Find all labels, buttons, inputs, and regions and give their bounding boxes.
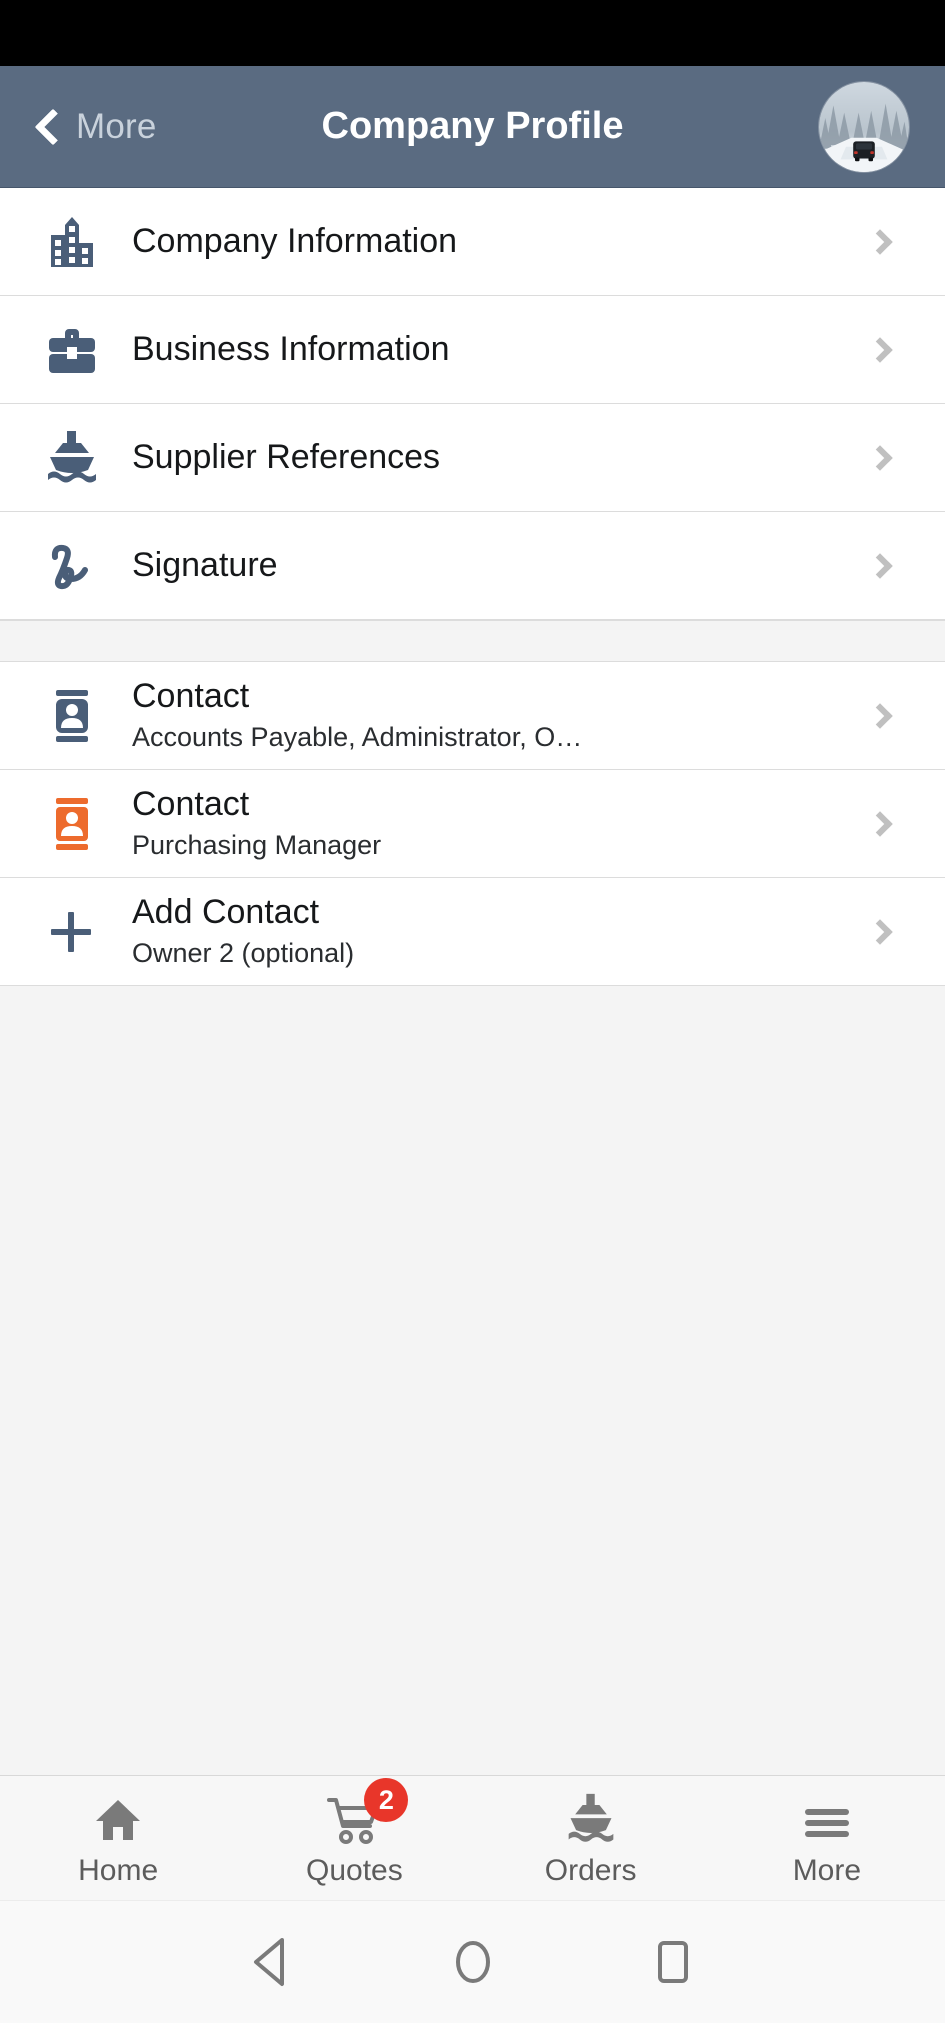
quotes-badge: 2 (364, 1778, 409, 1822)
tab-orders[interactable]: Orders (473, 1776, 709, 1900)
list-item-title: Contact (132, 676, 250, 715)
status-bar (0, 0, 945, 66)
list-item-contact-purchasing-manager[interactable]: Contact Purchasing Manager (0, 770, 945, 878)
list-item-subtitle: Purchasing Manager (132, 830, 382, 861)
list-item-title: Signature (132, 545, 278, 584)
list-item-text: Business Information (132, 329, 871, 370)
chevron-right-icon (867, 810, 893, 837)
tab-label-more: More (792, 1854, 862, 1887)
list-item-title: Contact (132, 784, 250, 823)
list-item-title: Supplier References (132, 437, 441, 476)
tab-label-quotes: Quotes (306, 1854, 403, 1887)
user-avatar-photo (819, 81, 909, 172)
list-item-text: Add Contact Owner 2 (optional) (132, 892, 871, 972)
hamburger-icon (800, 1788, 854, 1846)
home-icon (92, 1788, 144, 1846)
tab-quotes[interactable]: 2 Quotes (236, 1776, 472, 1900)
chevron-right-icon (867, 702, 893, 729)
contacts-section-list: Contact Accounts Payable, Administrator,… (0, 662, 945, 986)
list-item-add-contact[interactable]: Add Contact Owner 2 (optional) (0, 878, 945, 986)
back-button-label: More (76, 106, 157, 146)
list-item-text: Contact Accounts Payable, Administrator,… (132, 676, 871, 756)
list-item-text: Company Information (132, 221, 871, 262)
phone-screen: More Company Profile Company Information… (0, 0, 945, 2023)
cart-icon: 2 (326, 1778, 409, 1846)
list-item-title: Company Information (132, 221, 458, 260)
list-item-subtitle: Owner 2 (optional) (132, 938, 355, 969)
tab-label-orders: Orders (544, 1854, 637, 1887)
signature-icon (40, 534, 104, 598)
contact-card-icon (40, 792, 104, 856)
list-item-text: Supplier References (132, 437, 871, 478)
android-recents-icon[interactable] (648, 1934, 698, 1990)
profile-section-list: Company Information Business Information (0, 188, 945, 620)
bottom-tab-bar: Home 2 Quotes Orders More (0, 1775, 945, 1900)
tab-home[interactable]: Home (0, 1776, 236, 1900)
contact-card-icon (40, 684, 104, 748)
list-item-signature[interactable]: Signature (0, 512, 945, 620)
avatar[interactable] (818, 80, 910, 173)
section-separator (0, 620, 945, 662)
list-item-contact-accounts-payable[interactable]: Contact Accounts Payable, Administrator,… (0, 662, 945, 770)
back-button[interactable]: More (34, 106, 157, 147)
list-item-text: Contact Purchasing Manager (132, 784, 871, 864)
plus-icon (40, 900, 104, 964)
android-back-icon[interactable] (248, 1934, 298, 1990)
list-item-subtitle: Accounts Payable, Administrator, O… (132, 722, 583, 753)
ship-icon (563, 1788, 619, 1846)
list-item-text: Signature (132, 545, 871, 586)
tab-more[interactable]: More (709, 1776, 945, 1900)
briefcase-icon (40, 318, 104, 382)
list-item-business-information[interactable]: Business Information (0, 296, 945, 404)
android-navigation-bar (0, 1900, 945, 2023)
chevron-right-icon (867, 336, 893, 363)
list-item-company-information[interactable]: Company Information (0, 188, 945, 296)
tab-label-home: Home (78, 1854, 159, 1887)
chevron-right-icon (867, 918, 893, 945)
ship-icon (40, 426, 104, 490)
chevron-right-icon (867, 444, 893, 471)
building-icon (40, 210, 104, 274)
chevron-left-icon (34, 108, 72, 145)
chevron-right-icon (867, 228, 893, 255)
chevron-right-icon (867, 552, 893, 579)
list-item-title: Add Contact (132, 892, 320, 931)
list-item-title: Business Information (132, 329, 450, 368)
android-home-icon[interactable] (448, 1934, 498, 1990)
list-item-supplier-references[interactable]: Supplier References (0, 404, 945, 512)
app-header: More Company Profile (0, 66, 945, 188)
